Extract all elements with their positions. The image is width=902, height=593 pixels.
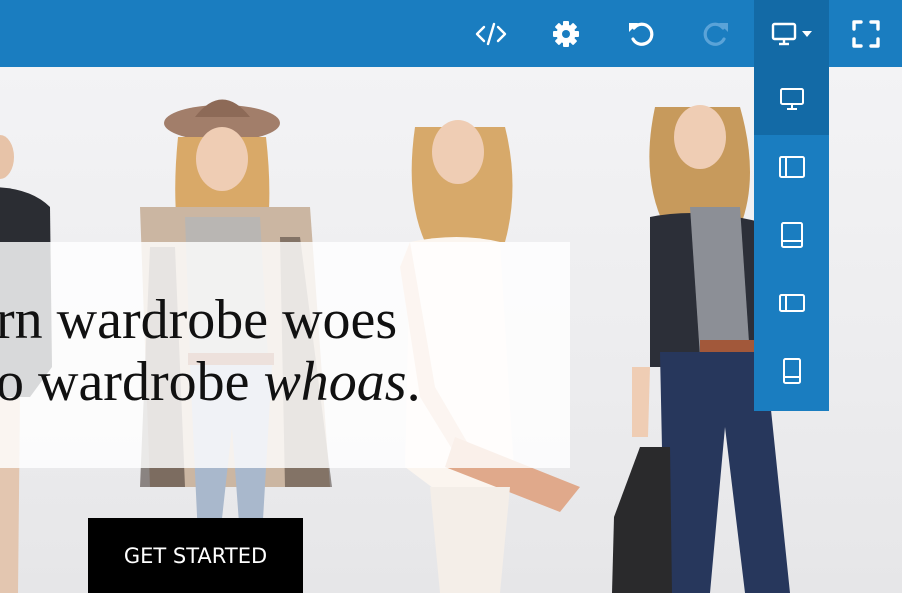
headline-emphasis: whoas	[263, 351, 407, 413]
redo-button[interactable]	[691, 0, 741, 67]
fullscreen-button[interactable]	[841, 0, 891, 67]
device-option-desktop[interactable]	[754, 67, 829, 135]
gear-icon	[552, 20, 580, 48]
undo-button[interactable]	[616, 0, 666, 67]
code-view-button[interactable]	[466, 0, 516, 67]
tablet-landscape-icon	[778, 155, 806, 184]
redo-icon	[701, 19, 731, 49]
device-menu	[754, 67, 829, 411]
settings-button[interactable]	[541, 0, 591, 67]
device-option-tablet-portrait[interactable]	[754, 203, 829, 271]
mobile-portrait-icon	[782, 357, 802, 390]
code-icon	[475, 21, 507, 47]
tablet-portrait-icon	[780, 221, 804, 254]
device-option-mobile-portrait[interactable]	[754, 339, 829, 407]
hero-headline: rn wardrobe woes o wardrobe whoas.	[0, 289, 570, 413]
undo-icon	[626, 19, 656, 49]
device-option-mobile-landscape[interactable]	[754, 271, 829, 339]
headline-line-1: rn wardrobe woes	[0, 289, 398, 351]
device-option-tablet-landscape[interactable]	[754, 135, 829, 203]
fullscreen-icon	[852, 19, 880, 48]
headline-line-2-suffix: .	[406, 351, 421, 413]
device-selector-button[interactable]	[754, 0, 829, 67]
desktop-icon	[779, 86, 805, 117]
editor-toolbar	[0, 0, 902, 67]
headline-line-2: o wardrobe whoas.	[0, 351, 570, 413]
caret-down-icon	[802, 30, 812, 37]
mobile-landscape-icon	[778, 293, 806, 318]
desktop-icon	[771, 22, 797, 46]
get-started-button[interactable]: GET STARTED	[88, 518, 303, 593]
headline-line-2-prefix: o wardrobe	[0, 351, 264, 413]
